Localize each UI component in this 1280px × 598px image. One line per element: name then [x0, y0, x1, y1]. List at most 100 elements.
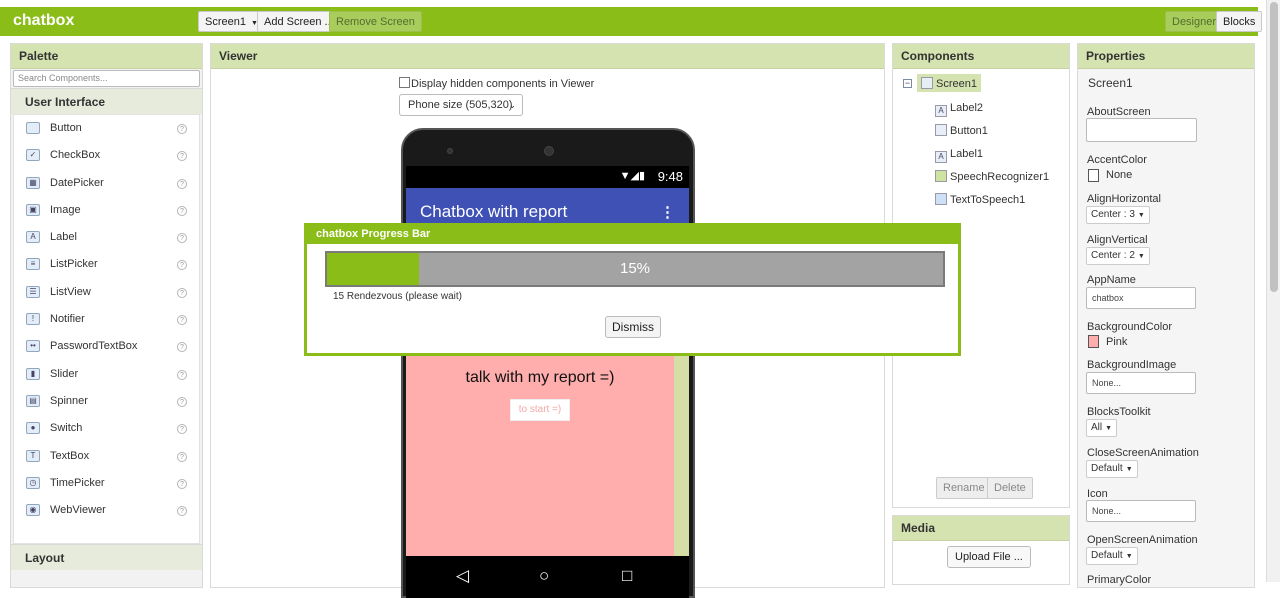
tree-item-label: Button1: [950, 125, 988, 137]
overflow-menu-icon[interactable]: ⋮: [660, 203, 675, 221]
tree-item-button1[interactable]: Button1: [935, 122, 988, 140]
align-horizontal-select[interactable]: Center : 3 ▼: [1086, 206, 1150, 224]
help-icon[interactable]: ?: [177, 233, 187, 244]
accent-color-value[interactable]: None: [1106, 169, 1132, 181]
collapse-icon[interactable]: −: [903, 79, 912, 88]
help-icon[interactable]: ?: [177, 205, 187, 216]
sensor-icon: [447, 148, 453, 154]
background-color-swatch[interactable]: [1088, 335, 1099, 348]
phone-size-select[interactable]: Phone size (505,320) ⌄: [399, 94, 523, 116]
help-icon[interactable]: ?: [177, 342, 187, 353]
top-toolbar: chatbox Screen1 ▼ Add Screen ... Remove S…: [0, 7, 1263, 36]
hidden-components-checkbox[interactable]: Display hidden components in Viewer: [399, 77, 594, 90]
rename-button[interactable]: Rename: [936, 477, 992, 499]
listpicker-icon: ≡: [26, 258, 40, 271]
palette-item-listpicker[interactable]: ≡ ListPicker?: [14, 251, 199, 278]
palette-item-datepicker[interactable]: ▦ DatePicker?: [14, 170, 199, 197]
scrollbar-thumb[interactable]: [1270, 2, 1278, 292]
progress-percent: 15%: [619, 260, 651, 277]
chevron-down-icon: ▼: [1125, 553, 1133, 560]
image-icon: ▣: [26, 203, 40, 216]
recents-icon[interactable]: □: [622, 566, 632, 586]
passwordtextbox-icon: ••: [26, 340, 40, 353]
page-scrollbar[interactable]: [1266, 0, 1280, 582]
palette-item-passwordtextbox[interactable]: •• PasswordTextBox?: [14, 333, 199, 360]
components-title: Components: [893, 44, 1069, 69]
close-animation-select[interactable]: Default ▼: [1086, 460, 1138, 478]
checkbox-box[interactable]: [399, 77, 410, 88]
about-screen-input[interactable]: [1086, 118, 1197, 142]
open-animation-select[interactable]: Default ▼: [1086, 547, 1138, 565]
help-icon[interactable]: ?: [177, 287, 187, 298]
properties-panel: Properties Screen1 AboutScreen AccentCol…: [1077, 43, 1255, 588]
category-layout[interactable]: Layout: [11, 544, 202, 570]
align-vertical-select[interactable]: Center : 2 ▼: [1086, 247, 1150, 265]
blocks-toolkit-select[interactable]: All ▼: [1086, 419, 1118, 437]
help-icon[interactable]: ?: [177, 369, 187, 380]
designer-button[interactable]: Designer: [1165, 11, 1224, 32]
palette-item-checkbox[interactable]: ✓ CheckBox?: [14, 142, 199, 169]
chevron-down-icon: ▼: [1105, 425, 1113, 432]
palette-item-spinner[interactable]: ▤ Spinner?: [14, 388, 199, 415]
palette-item-label: Label: [50, 231, 77, 244]
palette-item-webviewer[interactable]: ◉ WebViewer?: [14, 497, 199, 524]
screen-select-button[interactable]: Screen1 ▼: [198, 11, 265, 32]
palette-item-notifier[interactable]: ! Notifier?: [14, 306, 199, 333]
tree-item-texttospeech1[interactable]: TextToSpeech1: [935, 191, 1025, 209]
background-image-label: BackgroundImage: [1087, 359, 1177, 371]
background-color-value[interactable]: Pink: [1106, 336, 1127, 348]
help-icon[interactable]: ?: [177, 451, 187, 462]
properties-title: Properties: [1078, 44, 1254, 69]
tree-item-screen1[interactable]: Screen1: [917, 74, 981, 92]
accent-color-label: AccentColor: [1087, 154, 1147, 166]
help-icon[interactable]: ?: [177, 315, 187, 326]
tree-item-label: Label2: [950, 102, 984, 114]
blocks-button[interactable]: Blocks: [1216, 11, 1263, 32]
status-bar: ▼◢▮ 9:48: [406, 166, 689, 188]
help-icon[interactable]: ?: [177, 478, 187, 489]
palette-item-slider[interactable]: ▮ Slider?: [14, 361, 199, 388]
palette-item-label[interactable]: A Label?: [14, 224, 199, 251]
webviewer-icon: ◉: [26, 504, 40, 517]
tree-item-label1[interactable]: A Label1: [935, 145, 983, 163]
delete-button[interactable]: Delete: [987, 477, 1033, 499]
dismiss-button[interactable]: Dismiss: [605, 316, 661, 338]
palette-item-textbox[interactable]: T TextBox?: [14, 443, 199, 470]
align-vertical-label: AlignVertical: [1087, 234, 1148, 246]
start-button[interactable]: to start =): [510, 399, 570, 421]
home-icon[interactable]: ○: [539, 566, 549, 586]
palette-item-timepicker[interactable]: ◷ TimePicker?: [14, 470, 199, 497]
blocks-toolkit-value: All: [1091, 422, 1103, 433]
remove-screen-button[interactable]: Remove Screen: [329, 11, 422, 32]
help-icon[interactable]: ?: [177, 396, 187, 407]
palette-item-image[interactable]: ▣ Image?: [14, 197, 199, 224]
palette-item-listview[interactable]: ☰ ListView?: [14, 279, 199, 306]
accent-color-swatch[interactable]: [1088, 169, 1099, 182]
camera-icon: [544, 146, 554, 156]
background-image-input[interactable]: None...: [1086, 372, 1196, 394]
palette-item-label: Slider: [50, 367, 79, 380]
tree-item-label: Label1: [950, 148, 984, 160]
help-icon[interactable]: ?: [177, 424, 187, 435]
help-icon[interactable]: ?: [177, 124, 187, 134]
palette-item-button[interactable]: Button?: [14, 115, 199, 142]
palette-item-label: PasswordTextBox: [50, 340, 138, 353]
category-user-interface[interactable]: User Interface: [11, 88, 202, 114]
help-icon[interactable]: ?: [177, 506, 187, 517]
palette-item-label: DatePicker: [50, 176, 104, 189]
button-icon: [935, 124, 947, 136]
back-icon[interactable]: ◁: [456, 566, 469, 586]
help-icon[interactable]: ?: [177, 178, 187, 189]
icon-input[interactable]: None...: [1086, 500, 1196, 522]
chevron-down-icon: ▼: [1137, 212, 1145, 219]
tree-item-label2[interactable]: A Label2: [935, 99, 983, 117]
app-name-input[interactable]: chatbox: [1086, 287, 1196, 309]
search-input[interactable]: Search Components...: [13, 70, 200, 87]
upload-file-button[interactable]: Upload File ...: [947, 546, 1031, 568]
label-icon: A: [26, 231, 40, 244]
media-panel: Media Upload File ...: [892, 515, 1070, 585]
palette-item-switch[interactable]: ● Switch?: [14, 415, 199, 442]
help-icon[interactable]: ?: [177, 151, 187, 162]
tree-item-speechrecognizer1[interactable]: SpeechRecognizer1: [935, 168, 1049, 186]
help-icon[interactable]: ?: [177, 260, 187, 271]
